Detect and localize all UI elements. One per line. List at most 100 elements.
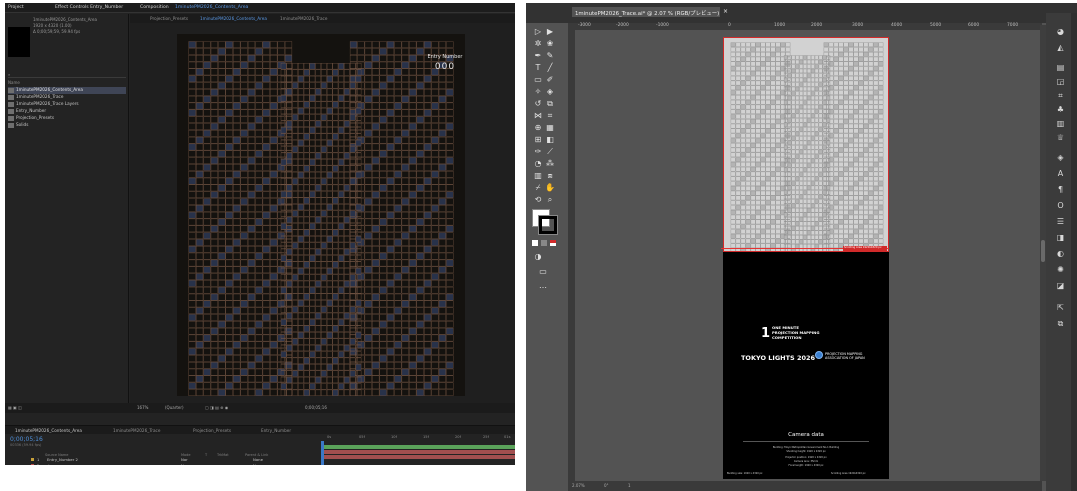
project-item[interactable]: Solids: [8, 122, 126, 129]
layer-mode[interactable]: Nor: [181, 457, 188, 462]
libraries-icon[interactable]: ◭: [1054, 43, 1067, 53]
project-item[interactable]: Projection_Presets: [8, 115, 126, 122]
selection-icon[interactable]: ▶: [545, 27, 555, 36]
export-icon[interactable]: ⇱: [1054, 303, 1067, 313]
layer-mode[interactable]: Nor: [181, 463, 188, 465]
zoom-level[interactable]: 2.07%: [572, 483, 585, 488]
layer-parent[interactable]: None: [253, 457, 263, 462]
layer-name[interactable]: demo: [47, 463, 58, 465]
horizontal-ruler[interactable]: -3000 -2000 -1000 0 1000 2000 3000 4000 …: [568, 23, 1042, 30]
composition-name[interactable]: 1minutePM2026_Contents_Area: [175, 5, 248, 10]
width-icon[interactable]: ⋈: [533, 111, 543, 120]
composition-tab[interactable]: Composition: [140, 5, 169, 10]
pen-icon[interactable]: ✒: [533, 51, 543, 60]
close-icon[interactable]: ×: [723, 8, 728, 15]
document-tab[interactable]: 1minutePM2026_Trace.ai* @ 2.07 % (RGB/プレ…: [572, 7, 728, 17]
gradient-icon[interactable]: ◧: [545, 135, 555, 144]
type-icon[interactable]: T: [533, 63, 543, 72]
zoom-icon[interactable]: ⌕: [545, 195, 555, 204]
artboard[interactable]: Scrolling Area 1920x4320 px 1 ONE MINUTE…: [721, 37, 889, 479]
swatches-icon[interactable]: ✺: [1054, 265, 1067, 275]
measure-icon[interactable]: ⟋: [545, 147, 555, 156]
layer-color-label[interactable]: [31, 458, 34, 461]
shaper-icon[interactable]: ✧: [533, 87, 543, 96]
blend-icon[interactable]: ◔: [533, 159, 543, 168]
timeline-tab[interactable]: Entry_Number: [261, 428, 291, 433]
gradient-panel-icon[interactable]: ◨: [1054, 233, 1067, 243]
paintbrush-icon[interactable]: ✐: [545, 75, 555, 84]
hand-icon[interactable]: ✋: [545, 183, 555, 192]
timeline-tab[interactable]: 1minutePM2026_Trace: [113, 428, 160, 433]
color-icon[interactable]: ◐: [1054, 249, 1067, 259]
project-search-input[interactable]: ⌕: [8, 72, 126, 78]
image-trace-icon[interactable]: ◪: [1054, 281, 1067, 291]
artboard-icon[interactable]: ⧈: [545, 171, 555, 180]
eyedropper-icon[interactable]: ✑: [533, 147, 543, 156]
view-options-icon[interactable]: ▢ ◨ ▤ ⊕ ◉: [205, 405, 228, 410]
properties-icon[interactable]: ◕: [1054, 27, 1067, 37]
pathfinder-icon[interactable]: ◲: [1054, 77, 1067, 87]
layer-bar[interactable]: [324, 450, 515, 454]
scale-icon[interactable]: ⧉: [545, 99, 555, 108]
comp-tab[interactable]: 1minutePM2026_Trace: [280, 16, 327, 21]
rotation-value[interactable]: 0°: [604, 483, 609, 488]
none-mode-icon[interactable]: [550, 240, 556, 246]
appearance-icon[interactable]: ♣: [1054, 105, 1067, 115]
rotate-icon[interactable]: ↺: [533, 99, 543, 108]
rectangle-icon[interactable]: ▭: [533, 75, 543, 84]
timeline-track-area[interactable]: 0s 05f 10f 15f 20f 25f 01s: [321, 435, 515, 465]
magic-wand-icon[interactable]: ✲: [533, 39, 543, 48]
layers-icon[interactable]: ◈: [1054, 153, 1067, 163]
project-item[interactable]: 1minutePM2026_Trace Layers: [8, 101, 126, 108]
artboard-number[interactable]: 1: [628, 483, 631, 488]
vertical-ruler[interactable]: [568, 30, 575, 482]
graphic-styles-icon[interactable]: ▥: [1054, 119, 1067, 129]
project-item[interactable]: Entry_Number: [8, 108, 126, 115]
gradient-mode-icon[interactable]: [541, 240, 547, 246]
transform-icon[interactable]: ⌗: [1054, 91, 1067, 101]
line-icon[interactable]: ╱: [545, 63, 555, 72]
comp-tab[interactable]: Projection_Presets: [150, 16, 188, 21]
timeline-tab[interactable]: Projection_Presets: [193, 428, 231, 433]
layer-bar[interactable]: [324, 455, 515, 459]
direct-selection-icon[interactable]: ▷: [533, 27, 543, 36]
eraser-icon[interactable]: ◈: [545, 87, 555, 96]
slice-icon[interactable]: ⌿: [533, 183, 543, 192]
timeline-tab[interactable]: 1minutePM2026_Contents_Area: [15, 428, 82, 433]
scrollbar-thumb[interactable]: [1041, 240, 1045, 262]
effect-controls-tab[interactable]: Effect Controls Entry_Number: [55, 5, 123, 10]
project-item[interactable]: 1minutePM2026_Contents_Area: [8, 87, 126, 94]
project-panel-tab[interactable]: Project: [8, 5, 24, 10]
layer-name[interactable]: Entry_Number 2: [47, 457, 78, 462]
drawing-modes-icon[interactable]: ◑: [533, 252, 543, 261]
screen-mode-icon[interactable]: ▭: [538, 267, 548, 276]
layer-bar[interactable]: [324, 445, 515, 449]
artboards-icon[interactable]: ⧉: [1054, 319, 1067, 329]
grid-icon[interactable]: ▦ ▣ ◫: [8, 405, 22, 410]
mesh-icon[interactable]: ⊞: [533, 135, 543, 144]
timeline-layer-row[interactable]: 2 demo Nor None: [5, 463, 315, 465]
rotate-view-icon[interactable]: ⟲: [533, 195, 543, 204]
project-item[interactable]: 1minutePM2026_Trace: [8, 94, 126, 101]
column-graph-icon[interactable]: ▥: [533, 171, 543, 180]
quality-dropdown[interactable]: (Quarter): [165, 405, 184, 410]
zoom-dropdown[interactable]: 167%: [137, 405, 148, 410]
layer-color-label[interactable]: [31, 463, 34, 465]
align-icon[interactable]: ▤: [1054, 63, 1067, 73]
color-mode-icon[interactable]: [532, 240, 538, 246]
stroke-swatch[interactable]: [538, 215, 558, 235]
paragraph-icon[interactable]: ¶: [1054, 185, 1067, 195]
lasso-icon[interactable]: ❀: [545, 39, 555, 48]
composition-viewer[interactable]: [177, 34, 465, 396]
free-transform-icon[interactable]: ⌗: [545, 111, 555, 120]
stroke-icon[interactable]: ☰: [1054, 217, 1067, 227]
comp-tab-active[interactable]: 1minutePM2026_Contents_Area: [200, 16, 267, 21]
layer-parent[interactable]: None: [253, 463, 263, 465]
opentype-icon[interactable]: O: [1054, 201, 1067, 211]
perspective-icon[interactable]: ▦: [545, 123, 555, 132]
character-icon[interactable]: A: [1054, 169, 1067, 179]
shape-builder-icon[interactable]: ⊕: [533, 123, 543, 132]
more-tools-icon[interactable]: …: [538, 281, 548, 290]
symbols-icon[interactable]: ♕: [1054, 133, 1067, 143]
symbol-sprayer-icon[interactable]: ⁂: [545, 159, 555, 168]
